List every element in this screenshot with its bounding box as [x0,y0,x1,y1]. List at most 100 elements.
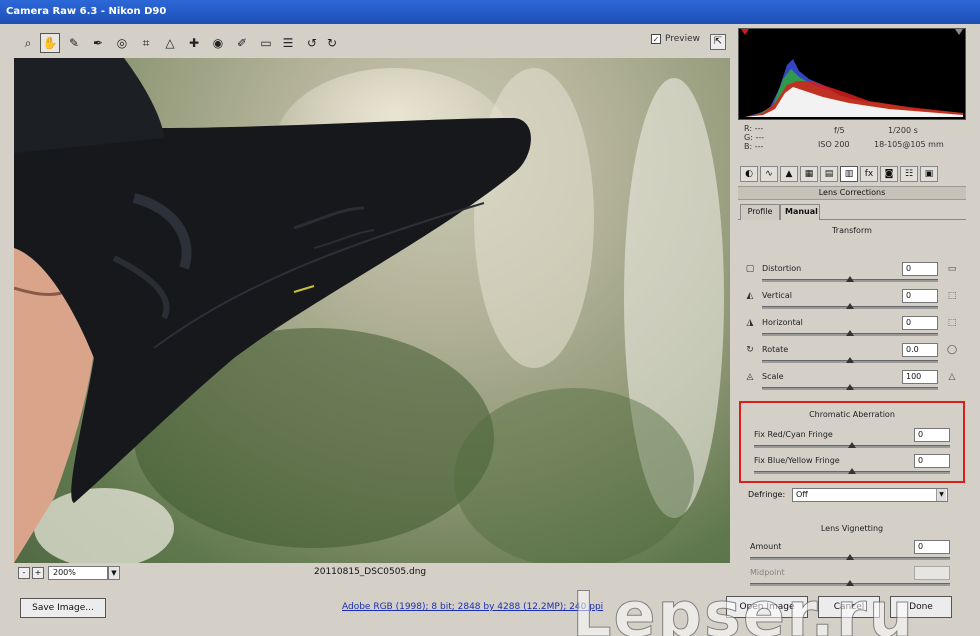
aperture-value: f/5 [834,126,845,135]
rgb-readout: R: --- G: --- B: --- [744,124,765,151]
slider-row: Amount 0 [742,540,962,566]
zoom-out-button[interactable]: - [18,567,30,579]
white-balance-icon[interactable]: ✎ [64,33,84,53]
slider-value-field[interactable]: 0 [914,454,950,468]
shutter-value: 1/200 s [888,126,918,135]
slider-label: Scale [762,372,784,381]
panel-title: Lens Corrections [738,186,966,200]
workflow-options-link[interactable]: Adobe RGB (1998); 8 bit; 2848 by 4288 (1… [342,602,603,612]
rotate-left-icon[interactable]: ↺ [302,33,322,53]
horizontal-icon: ◮ [746,318,754,328]
slider-value-field[interactable]: 100 [902,370,938,384]
snapshots-icon[interactable]: ▣ [920,166,938,182]
iso-value: ISO 200 [818,140,850,149]
watermark: Lepser.ru [572,578,915,636]
slider-label: Horizontal [762,318,803,327]
slider-label: Vertical [762,291,792,300]
slider-label: Midpoint [750,568,785,577]
crop-icon[interactable]: ⌗ [136,33,156,53]
detail-icon[interactable]: ▲ [780,166,798,182]
hand-icon[interactable]: ✋ [40,33,60,53]
slider-thumb[interactable] [846,330,854,336]
slider-row: Fix Blue/Yellow Fringe 0 [742,454,962,480]
hsl-icon[interactable]: ▦ [800,166,818,182]
rotate-end-icon: ◯ [946,345,958,355]
slider-value-field[interactable]: 0.0 [902,343,938,357]
defringe-row: Defringe: Off ▼ [748,488,960,504]
slider-value-field[interactable]: 0 [914,540,950,554]
save-image-button[interactable]: Save Image... [20,598,106,618]
lens-subtabs: Profile Manual [738,204,966,220]
slider-row: ◭ Vertical 0 ⬚ [742,289,962,315]
distortion-icon: ▢ [745,264,755,274]
spot-removal-icon[interactable]: ✚ [184,33,204,53]
slider-label: Fix Red/Cyan Fringe [754,430,833,439]
slider-value-field[interactable]: 0 [902,316,938,330]
window-title: Camera Raw 6.3 - Nikon D90 [0,0,980,24]
keystone-h-icon: ⬚ [947,318,957,328]
dropdown-arrow-icon[interactable]: ▼ [936,489,946,501]
lens-corrections-icon[interactable]: ▥ [840,166,858,182]
adjustment-brush-icon[interactable]: ✐ [232,33,252,53]
exif-info: R: --- G: --- B: --- f/5 1/200 s ISO 200… [738,124,966,158]
zoom-dropdown-icon[interactable]: ▼ [108,566,120,580]
zoom-level-field[interactable]: 200% [48,566,108,580]
slider-value-field[interactable]: 0 [902,262,938,276]
effects-icon[interactable]: fx [860,166,878,182]
slider-value-field[interactable] [914,566,950,580]
zoom-icon[interactable]: ⌕ [18,33,38,53]
color-sampler-icon[interactable]: ✒ [88,33,108,53]
slider-row: ▢ Distortion 0 ▭ [742,262,962,288]
basic-icon[interactable]: ◐ [740,166,758,182]
image-preview[interactable] [14,58,730,563]
barrel-icon: ▭ [947,264,957,274]
lens-value: 18-105@105 mm [874,140,944,149]
slider-row: ◬ Scale 100 △ [742,370,962,396]
slider-value-field[interactable]: 0 [914,428,950,442]
zoom-in-button[interactable]: + [32,567,44,579]
presets-icon[interactable]: ☷ [900,166,918,182]
filename-label: 20110815_DSC0505.dng [314,567,427,577]
slider-row: Fix Red/Cyan Fringe 0 [742,428,962,454]
preview-checkbox[interactable]: ✓ [650,34,661,44]
slider-thumb[interactable] [848,442,856,448]
split-toning-icon[interactable]: ▤ [820,166,838,182]
preview-toggle[interactable]: ✓ Preview [650,34,700,44]
slider-thumb[interactable] [846,357,854,363]
rotate-right-icon[interactable]: ↻ [322,33,342,53]
shadow-clipping-icon [741,29,749,35]
tone-curve-icon[interactable]: ∿ [760,166,778,182]
straighten-icon[interactable]: △ [160,33,180,53]
defringe-label: Defringe: [748,490,786,499]
slider-label: Distortion [762,264,802,273]
graduated-filter-icon[interactable]: ▭ [256,33,276,53]
slider-thumb[interactable] [846,554,854,560]
slider-thumb[interactable] [848,468,856,474]
tab-manual[interactable]: Manual [780,204,820,220]
slider-label: Rotate [762,345,789,354]
scale-icon: ◬ [746,372,754,382]
panel-tabs: ◐ ∿ ▲ ▦ ▤ ▥ fx ◙ ☷ ▣ [738,166,966,184]
histogram [738,28,966,120]
slider-thumb[interactable] [846,384,854,390]
toolbar: ⌕ ✋ ✎ ✒ ◎ ⌗ △ ✚ ◉ ✐ ▭ ☰ ↺ ↻ ✓ Preview ⇱ [16,32,730,54]
target-adjust-icon[interactable]: ◎ [112,33,132,53]
defringe-select[interactable]: Off [792,488,948,502]
camera-calibration-icon[interactable]: ◙ [880,166,898,182]
rotate-icon: ↻ [746,345,754,355]
slider-value-field[interactable]: 0 [902,289,938,303]
slider-row: ◮ Horizontal 0 ⬚ [742,316,962,342]
slider-thumb[interactable] [846,276,854,282]
chromatic-aberration-title: Chromatic Aberration [809,410,895,419]
tab-profile[interactable]: Profile [740,204,780,220]
slider-row: ↻ Rotate 0.0 ◯ [742,343,962,369]
scale-end-icon: △ [948,372,956,382]
lens-vignetting-title: Lens Vignetting [820,524,884,533]
keystone-v-icon: ⬚ [947,291,957,301]
red-eye-icon[interactable]: ◉ [208,33,228,53]
slider-thumb[interactable] [846,303,854,309]
camera-raw-window: ⌕✋✎✒◎⌗△✚◉✐▭☰↺↻ ✓ Preview ⇱ [0,24,980,636]
preferences-icon[interactable]: ☰ [278,33,298,53]
fullscreen-icon[interactable]: ⇱ [710,34,726,50]
transform-title: Transform [832,226,872,235]
